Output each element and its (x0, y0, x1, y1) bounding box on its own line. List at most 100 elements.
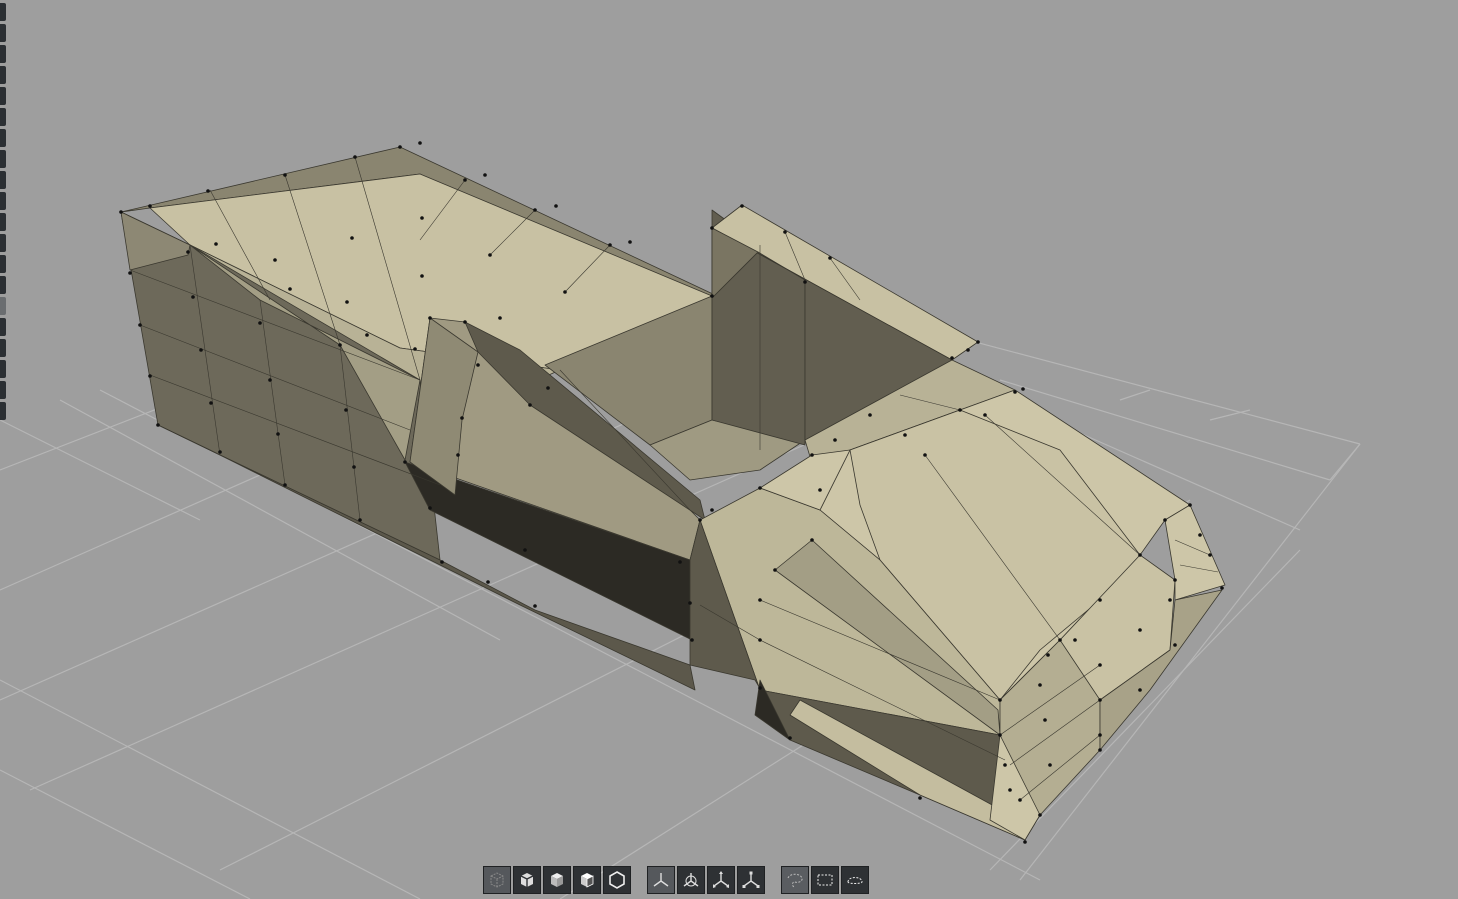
vertex-dot[interactable] (463, 178, 467, 182)
vertex-dot[interactable] (498, 316, 502, 320)
vertex-dot[interactable] (698, 518, 702, 522)
vertex-dot[interactable] (288, 287, 292, 291)
flat-shaded-cube-button[interactable] (513, 865, 541, 894)
vertex-dot[interactable] (206, 189, 210, 193)
vertex-dot[interactable] (688, 601, 692, 605)
textured-cube-button[interactable] (573, 865, 601, 894)
vertex-dot[interactable] (428, 316, 432, 320)
left-strip-button[interactable] (0, 234, 6, 252)
vertex-dot[interactable] (460, 416, 464, 420)
vertex-dot[interactable] (138, 323, 142, 327)
vertex-dot[interactable] (420, 274, 424, 278)
move-gizmo-button[interactable] (707, 865, 735, 894)
vertex-dot[interactable] (365, 333, 369, 337)
vertex-dot[interactable] (1198, 533, 1202, 537)
vertex-dot[interactable] (608, 243, 612, 247)
vertex-dot[interactable] (546, 386, 550, 390)
vertex-dot[interactable] (258, 321, 262, 325)
vertex-dot[interactable] (1038, 683, 1042, 687)
left-strip-button[interactable] (0, 255, 6, 273)
vertex-dot[interactable] (218, 450, 222, 454)
vertex-dot[interactable] (1138, 628, 1142, 632)
vertex-dot[interactable] (486, 580, 490, 584)
vertex-dot[interactable] (350, 236, 354, 240)
vertex-dot[interactable] (268, 378, 272, 382)
vertex-dot[interactable] (338, 343, 342, 347)
vertex-dot[interactable] (1138, 688, 1142, 692)
vertex-dot[interactable] (1013, 390, 1017, 394)
left-strip-button[interactable] (0, 108, 6, 126)
vertex-dot[interactable] (1073, 638, 1077, 642)
left-strip-button[interactable] (0, 87, 6, 105)
vertex-dot[interactable] (678, 560, 682, 564)
vertex-dot[interactable] (710, 508, 714, 512)
vertex-dot[interactable] (1173, 578, 1177, 582)
mesh-model[interactable] (120, 146, 1226, 841)
vertex-dot[interactable] (119, 210, 123, 214)
vertex-dot[interactable] (1138, 553, 1142, 557)
3d-viewport[interactable] (0, 0, 1458, 899)
vertex-dot[interactable] (283, 173, 287, 177)
left-strip-button[interactable] (0, 24, 6, 42)
vertex-dot[interactable] (554, 204, 558, 208)
vertex-dot[interactable] (413, 347, 417, 351)
vertex-dot[interactable] (1046, 653, 1050, 657)
vertex-dot[interactable] (833, 438, 837, 442)
vertex-dot[interactable] (690, 638, 694, 642)
vertex-dot[interactable] (818, 488, 822, 492)
vertex-dot[interactable] (1021, 387, 1025, 391)
vertex-dot[interactable] (810, 453, 814, 457)
left-strip-button[interactable] (0, 381, 6, 399)
vertex-dot[interactable] (358, 518, 362, 522)
vertex-dot[interactable] (533, 208, 537, 212)
vertex-dot[interactable] (148, 374, 152, 378)
vertex-dot[interactable] (1168, 598, 1172, 602)
vertex-dot[interactable] (1098, 733, 1102, 737)
hexagon-outline-button[interactable] (603, 865, 631, 894)
vertex-dot[interactable] (788, 736, 792, 740)
vertex-dot[interactable] (476, 363, 480, 367)
vertex-dot[interactable] (276, 432, 280, 436)
left-strip-button[interactable] (0, 402, 6, 420)
vertex-dot[interactable] (533, 604, 537, 608)
vertex-dot[interactable] (710, 294, 714, 298)
vertex-dot[interactable] (976, 340, 980, 344)
vertex-dot[interactable] (1048, 763, 1052, 767)
vertex-dot[interactable] (352, 465, 356, 469)
vertex-dot[interactable] (983, 413, 987, 417)
vertex-dot[interactable] (998, 733, 1002, 737)
vertex-dot[interactable] (758, 686, 762, 690)
vertex-dot[interactable] (758, 638, 762, 642)
vertex-dot[interactable] (1188, 503, 1192, 507)
vertex-dot[interactable] (488, 253, 492, 257)
left-strip-button[interactable] (0, 192, 6, 210)
vertex-dot[interactable] (758, 486, 762, 490)
vertex-dot[interactable] (398, 145, 402, 149)
vertex-dot[interactable] (828, 256, 832, 260)
wireframe-cube-button[interactable] (483, 865, 511, 894)
vertex-dot[interactable] (209, 401, 213, 405)
left-strip-button[interactable] (0, 360, 6, 378)
vertex-dot[interactable] (803, 280, 807, 284)
vertex-dot[interactable] (1003, 763, 1007, 767)
left-strip-button[interactable] (0, 318, 6, 336)
vertex-dot[interactable] (966, 348, 970, 352)
axis-gizmo-button[interactable] (647, 865, 675, 894)
vertex-dot[interactable] (418, 141, 422, 145)
box-select-button[interactable] (811, 865, 839, 894)
vertex-dot[interactable] (463, 320, 467, 324)
vertex-dot[interactable] (1038, 813, 1042, 817)
left-strip-button[interactable] (0, 339, 6, 357)
left-strip-button[interactable] (0, 150, 6, 168)
vertex-dot[interactable] (191, 295, 195, 299)
vertex-dot[interactable] (628, 240, 632, 244)
vertex-dot[interactable] (186, 250, 190, 254)
vertex-dot[interactable] (1018, 798, 1022, 802)
vertex-dot[interactable] (456, 453, 460, 457)
vertex-dot[interactable] (273, 258, 277, 262)
vertex-dot[interactable] (1098, 698, 1102, 702)
vertex-dot[interactable] (1043, 718, 1047, 722)
vertex-dot[interactable] (1173, 643, 1177, 647)
vertex-dot[interactable] (156, 423, 160, 427)
left-strip-button[interactable] (0, 213, 6, 231)
